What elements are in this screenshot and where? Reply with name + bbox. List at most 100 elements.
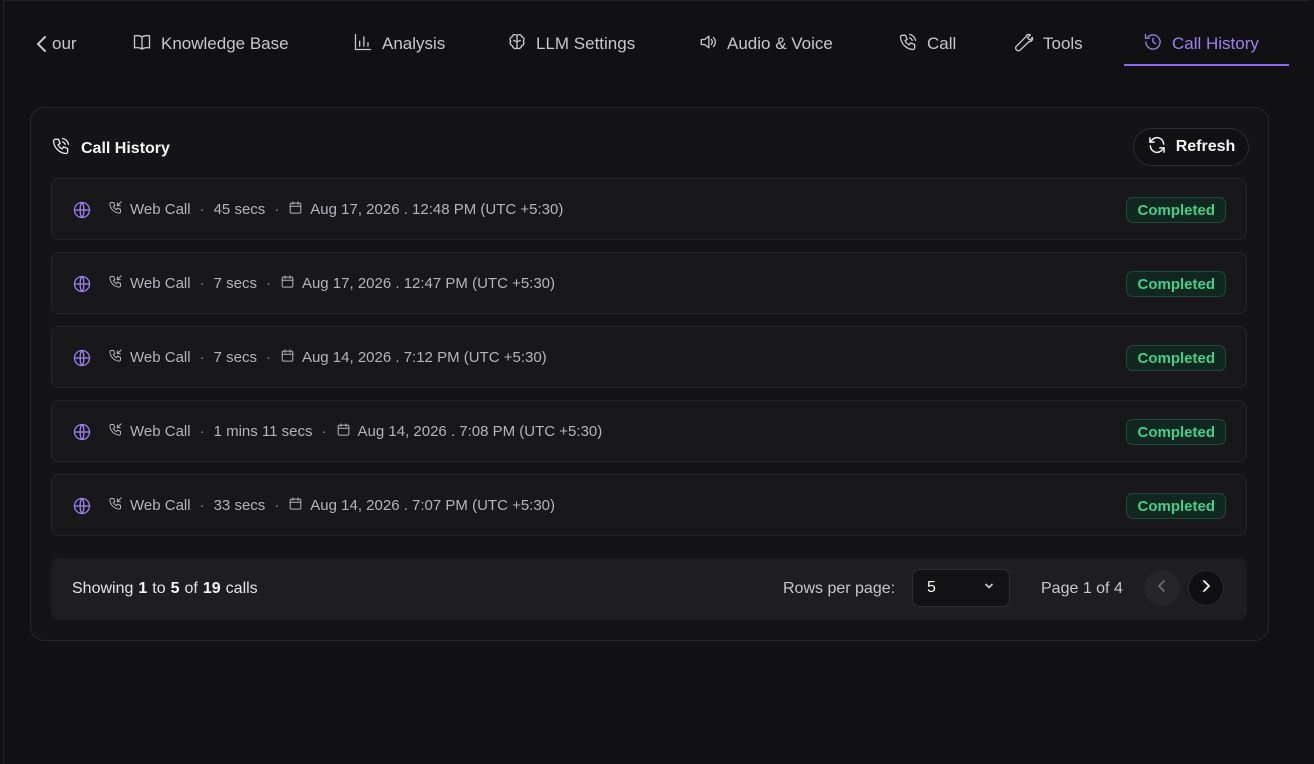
tab-bar: our Knowledge Base Analysis LLM Settings… — [0, 0, 1314, 70]
book-icon — [132, 32, 152, 57]
separator: · — [265, 274, 271, 292]
call-type: Web Call — [130, 422, 191, 440]
tab-label: Knowledge Base — [161, 34, 289, 53]
call-duration: 33 secs — [213, 496, 266, 514]
showing-prefix: Showing — [72, 580, 134, 597]
refresh-button[interactable]: Refresh — [1133, 128, 1249, 166]
tab-label: LLM Settings — [536, 34, 636, 53]
globe-icon — [72, 496, 92, 516]
tab-call[interactable]: Call — [898, 22, 956, 66]
refresh-icon — [1147, 135, 1167, 160]
wrench-icon — [1014, 32, 1034, 57]
chevron-down-icon — [983, 579, 995, 597]
tab-label: Call History — [1172, 34, 1259, 53]
call-datetime: Aug 14, 2026 . 7:12 PM (UTC +5:30) — [301, 348, 547, 366]
bar-chart-icon — [353, 32, 373, 57]
separator: · — [265, 348, 271, 366]
tab-knowledge-base[interactable]: Knowledge Base — [132, 22, 289, 66]
incoming-call-icon — [108, 200, 123, 219]
call-datetime: Aug 14, 2026 . 7:07 PM (UTC +5:30) — [310, 496, 556, 514]
call-meta: Web Call · 7 secs · Aug 14, 2026 . 7:12 PM (… — [108, 327, 547, 387]
brain-icon — [507, 32, 527, 57]
incoming-call-icon — [108, 422, 123, 441]
total-count: 19 — [202, 580, 221, 597]
incoming-call-icon — [108, 274, 123, 293]
call-row[interactable]: Web Call · 45 secs · Aug 17, 2026 . 12:48 PM… — [51, 178, 1247, 240]
range-from: 1 — [138, 580, 148, 597]
separator: · — [321, 422, 327, 440]
phone-icon — [898, 32, 918, 57]
call-row[interactable]: Web Call · 33 secs · Aug 14, 2026 . 7:07 PM … — [51, 474, 1247, 536]
separator: · — [199, 496, 205, 514]
call-duration: 7 secs — [213, 348, 257, 366]
chevron-left-icon — [1154, 578, 1170, 599]
rows-per-page-select[interactable]: 5 — [912, 569, 1010, 607]
separator: · — [274, 496, 280, 514]
tab-label: Tools — [1043, 34, 1083, 53]
call-meta: Web Call · 7 secs · Aug 17, 2026 . 12:47 PM … — [108, 253, 555, 313]
separator: · — [199, 348, 205, 366]
tab-llm-settings[interactable]: LLM Settings — [507, 22, 635, 66]
panel-header: Call History — [51, 136, 170, 161]
active-tab-indicator — [1124, 64, 1289, 66]
calendar-icon — [288, 200, 303, 219]
status-badge: Completed — [1126, 345, 1226, 371]
status-badge: Completed — [1126, 271, 1226, 297]
call-type: Web Call — [130, 200, 191, 218]
tab-label: Call — [927, 34, 957, 53]
speaker-icon — [698, 32, 718, 57]
rows-per-page-label: Rows per page: — [783, 580, 896, 597]
call-history-panel: Call History Refresh Web Call · 45 secs · Au… — [30, 107, 1269, 641]
tab-label: Audio & Voice — [727, 34, 833, 53]
call-meta: Web Call · 33 secs · Aug 14, 2026 . 7:07 PM … — [108, 475, 555, 535]
chevron-right-icon — [1198, 578, 1214, 599]
call-datetime: Aug 17, 2026 . 12:48 PM (UTC +5:30) — [310, 200, 564, 218]
calendar-icon — [336, 422, 351, 441]
unit-label: calls — [225, 580, 258, 597]
call-type: Web Call — [130, 274, 191, 292]
separator: · — [199, 422, 205, 440]
pagination-bar: Showing 1 to 5 of 19 calls Rows per page… — [51, 558, 1247, 620]
status-badge: Completed — [1126, 419, 1226, 445]
separator: · — [274, 200, 280, 218]
call-meta: Web Call · 45 secs · Aug 17, 2026 . 12:48 PM… — [108, 179, 563, 239]
separator: · — [199, 274, 205, 292]
call-duration: 1 mins 11 secs — [213, 422, 313, 440]
call-row[interactable]: Web Call · 1 mins 11 secs · Aug 14, 2026 . 7… — [51, 400, 1247, 462]
phone-history-icon — [51, 136, 71, 161]
globe-icon — [72, 422, 92, 442]
tab-tools[interactable]: Tools — [1014, 22, 1083, 66]
incoming-call-icon — [108, 348, 123, 367]
incoming-call-icon — [108, 496, 123, 515]
status-badge: Completed — [1126, 197, 1226, 223]
call-meta: Web Call · 1 mins 11 secs · Aug 14, 2026 . 7… — [108, 401, 602, 461]
call-duration: 45 secs — [213, 200, 266, 218]
tab-analysis[interactable]: Analysis — [353, 22, 445, 66]
call-duration: 7 secs — [213, 274, 257, 292]
rows-per-page-value: 5 — [927, 579, 936, 596]
call-row[interactable]: Web Call · 7 secs · Aug 14, 2026 . 7:12 PM (… — [51, 326, 1247, 388]
tab-call-history[interactable]: Call History — [1143, 22, 1259, 66]
globe-icon — [72, 348, 92, 368]
globe-icon — [72, 200, 92, 220]
call-datetime: Aug 14, 2026 . 7:08 PM (UTC +5:30) — [357, 422, 603, 440]
status-badge: Completed — [1126, 493, 1226, 519]
page-indicator: Page 1 of 4 — [1041, 580, 1123, 597]
refresh-label: Refresh — [1175, 138, 1236, 155]
of-word: of — [184, 580, 198, 597]
call-type: Web Call — [130, 348, 191, 366]
calendar-icon — [288, 496, 303, 515]
panel-title: Call History — [81, 139, 170, 157]
scroll-left-chevron-icon[interactable] — [34, 34, 50, 54]
call-row[interactable]: Web Call · 7 secs · Aug 17, 2026 . 12:47 PM … — [51, 252, 1247, 314]
range-to: 5 — [170, 580, 180, 597]
tab-audio-voice[interactable]: Audio & Voice — [698, 22, 833, 66]
globe-icon — [72, 274, 92, 294]
calendar-icon — [280, 274, 295, 293]
tab-tour[interactable]: our — [52, 22, 77, 66]
to-word: to — [152, 580, 166, 597]
previous-page-button[interactable] — [1144, 570, 1180, 606]
next-page-button[interactable] — [1188, 570, 1224, 606]
tab-label: Analysis — [382, 34, 446, 53]
calendar-icon — [280, 348, 295, 367]
